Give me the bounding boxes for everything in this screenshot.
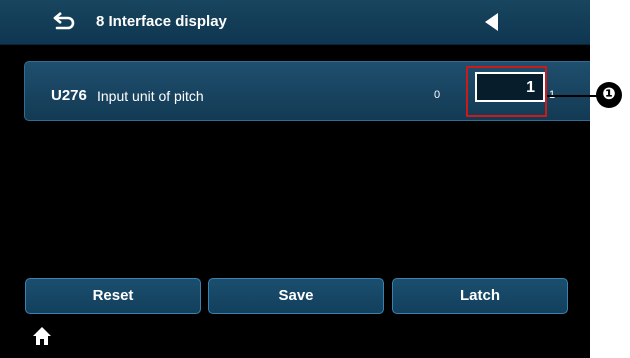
home-icon[interactable] [32,326,52,346]
latch-button[interactable]: Latch [392,278,568,314]
callout-leader-line [547,95,597,97]
back-arrow-icon[interactable] [52,11,76,33]
callout-highlight-box [466,66,547,117]
parameter-description: Input unit of pitch [97,88,204,104]
parameter-min-value: 0 [434,89,441,101]
parameter-code: U276 [51,87,87,104]
device-screen: 8 Interface display U276 Input unit of p… [0,0,590,358]
callout-number-marker: ❶ [596,82,622,108]
triangle-left-icon[interactable] [482,11,502,33]
page-title: 8 Interface display [96,13,227,30]
save-button[interactable]: Save [208,278,384,314]
title-bar: 8 Interface display [0,0,590,45]
reset-button[interactable]: Reset [25,278,201,314]
